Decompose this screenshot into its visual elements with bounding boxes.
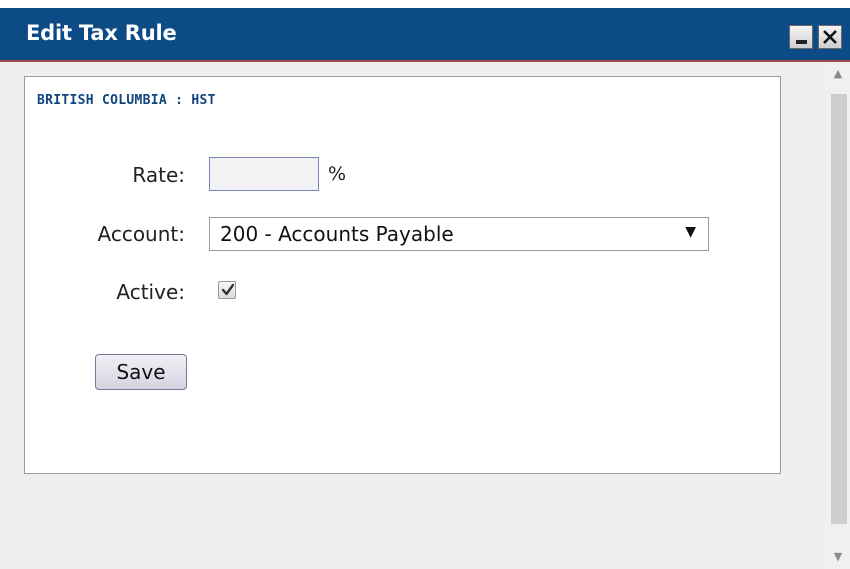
edit-tax-rule-dialog: Edit Tax Rule BRITISH COLUMBIA : HST Rat… xyxy=(0,0,850,569)
dialog-title: Edit Tax Rule xyxy=(26,21,177,45)
active-label: Active: xyxy=(116,280,185,304)
rate-label: Rate: xyxy=(132,163,185,187)
minimize-icon xyxy=(796,40,807,44)
dialog-content: BRITISH COLUMBIA : HST Rate: % Account: … xyxy=(0,62,826,569)
scroll-up-icon[interactable]: ▲ xyxy=(826,62,850,86)
active-checkbox[interactable] xyxy=(218,281,236,299)
account-label: Account: xyxy=(97,222,186,246)
chevron-down-icon: ▼ xyxy=(685,224,696,240)
scroll-down-icon[interactable]: ▼ xyxy=(826,545,850,569)
rate-input[interactable] xyxy=(209,157,319,191)
vertical-scrollbar[interactable]: ▲ ▼ xyxy=(826,62,850,569)
minimize-button[interactable] xyxy=(789,25,813,49)
account-select[interactable]: 200 - Accounts Payable ▼ xyxy=(209,217,709,251)
close-icon xyxy=(823,30,837,44)
scroll-thumb[interactable] xyxy=(831,94,847,524)
percent-sign: % xyxy=(328,163,347,185)
checkmark-icon xyxy=(221,283,235,296)
titlebar[interactable]: Edit Tax Rule xyxy=(0,8,850,62)
account-selected-value: 200 - Accounts Payable xyxy=(220,222,454,246)
save-button[interactable]: Save xyxy=(95,354,187,390)
tax-rule-panel: BRITISH COLUMBIA : HST Rate: % Account: … xyxy=(24,76,781,474)
top-strip xyxy=(0,0,850,8)
tax-rule-heading: BRITISH COLUMBIA : HST xyxy=(37,93,216,108)
close-button[interactable] xyxy=(818,25,842,49)
